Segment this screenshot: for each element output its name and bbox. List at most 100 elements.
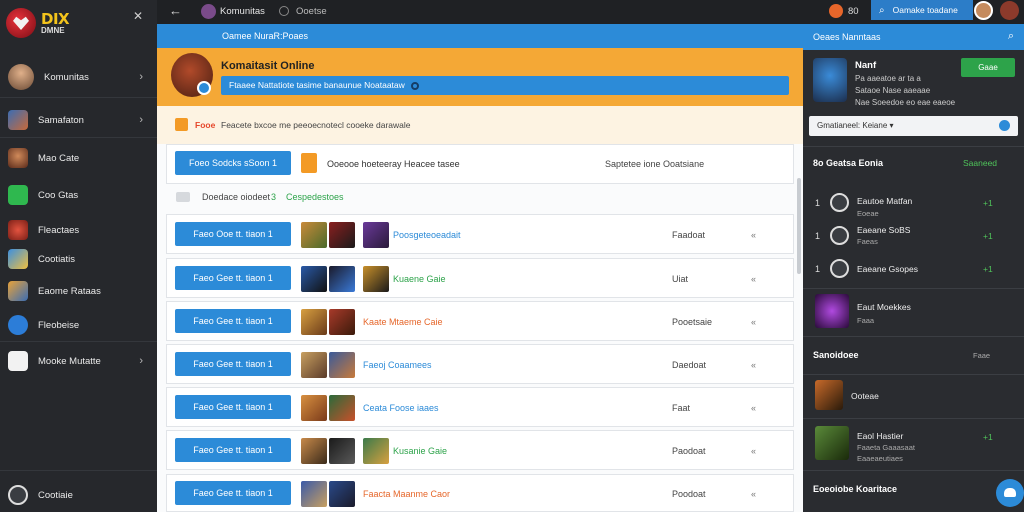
notice-bar: Fooe Feacete bxcoe me peeoecnotecl cooek… [157, 106, 803, 144]
profile-name: Nanf [855, 60, 877, 71]
row-title: Ceata Foose iaaes [363, 403, 439, 413]
member-name: Eaeane Gsopes [857, 264, 918, 274]
table-row[interactable]: Faeo Gee tt. tiaon 1 Ceata Foose iaaes F… [166, 387, 794, 427]
logo-title: DIX [41, 9, 70, 28]
sidebar-item-label: Fleactaes [38, 224, 80, 236]
game-thumbnail [329, 309, 355, 335]
game-icon [301, 153, 317, 173]
join-button[interactable]: Faeo Ooe tt. tiaon 1 [175, 222, 291, 246]
sidebar-item-fleobeise[interactable]: Fleobeise [0, 311, 157, 339]
community-avatar [201, 4, 216, 19]
app-logo[interactable]: DIX DMNE [6, 6, 106, 40]
divider [803, 288, 1024, 289]
row-title: Poosgeteoeadait [393, 230, 461, 240]
table-row[interactable]: Faeo Gee tt. tiaon 1 Faacta Maanme Caor … [166, 474, 794, 512]
profile-detail: Sataoe Nase aaeaae [855, 86, 931, 95]
chevron-right-icon: › [139, 355, 143, 367]
sidebar-item-samafaton[interactable]: Samafaton › [0, 106, 157, 134]
join-button[interactable]: Faeo Gee tt. tiaon 1 [175, 395, 291, 419]
section-link[interactable]: Faae [973, 351, 990, 360]
back-arrow-icon[interactable]: ← [169, 3, 182, 18]
row-status: Daedoat [672, 360, 707, 370]
row-expand-icon[interactable]: « [751, 274, 756, 284]
filter-checkbox[interactable] [176, 192, 190, 202]
sidebar-item-cootiaie[interactable]: Cootiaie [0, 481, 157, 509]
row-expand-icon[interactable]: « [751, 230, 756, 240]
sidebar-item-label: Cootiaie [38, 489, 73, 501]
search-button[interactable]: ⌕ Oamake toadane [871, 0, 973, 20]
help-icon[interactable] [999, 120, 1010, 131]
member-avatar[interactable] [830, 193, 849, 212]
profile-avatar[interactable] [813, 58, 847, 102]
game-thumbnail [363, 438, 389, 464]
sidebar-item-label: Mao Cate [38, 152, 80, 164]
coin-balance: 80 [848, 6, 859, 17]
rank-number: 1 [815, 231, 821, 241]
status-dot-icon [410, 81, 419, 90]
divider [803, 374, 1024, 375]
info-icon [279, 6, 289, 16]
game-thumbnail [301, 481, 327, 507]
table-row[interactable]: Faeo Gee tt. tiaon 1 Faeoj Coaamees Daed… [166, 344, 794, 384]
card-name: Ooteae [851, 391, 879, 401]
row-expand-icon[interactable]: « [751, 360, 756, 370]
row-expand-icon[interactable]: « [751, 317, 756, 327]
game-thumbnail [329, 266, 355, 292]
sidebar-item-coo-gtas[interactable]: Coo Gtas [0, 181, 157, 209]
chevron-right-icon: › [139, 71, 143, 83]
row-expand-icon[interactable]: « [751, 489, 756, 499]
section-title: 8o Geatsa Eonia [813, 158, 884, 168]
sidebar-item-cootiatis[interactable]: Cootiatis [0, 245, 157, 273]
divider [0, 341, 157, 342]
member-avatar[interactable] [830, 226, 849, 245]
profile-detail: Pa aaeatoe ar ta a [855, 74, 921, 83]
community-avatar [171, 53, 213, 97]
section-link[interactable]: Saaneed [963, 158, 997, 168]
join-button[interactable]: Faeo Gee tt. tiaon 1 [175, 352, 291, 376]
featured-thumbnail[interactable] [815, 294, 849, 328]
breadcrumb-community[interactable]: Komunitas [220, 6, 265, 17]
sidebar-item-fleactaes[interactable]: Fleactaes [0, 216, 157, 244]
search-icon[interactable]: ⌕ [1008, 30, 1014, 43]
sidebar-item-mao-cate[interactable]: Mao Cate [0, 144, 157, 172]
filter-link[interactable]: Cespedestoes [286, 192, 344, 202]
sidebar-item-eaome-rataas[interactable]: Eaome Rataas [0, 277, 157, 305]
divider [0, 137, 157, 138]
table-row[interactable]: Faeo Gee tt. tiaon 1 Kuaene Gaie Uiat « [166, 258, 794, 298]
row-status: Pooetsaie [672, 317, 713, 327]
logo-subtitle: DMNE [41, 25, 65, 35]
sidebar-item-komunitas[interactable]: Komunitas › [0, 62, 157, 92]
banner-info-bar[interactable]: Ftaaee Nattatiote tasime banaunue Noataa… [221, 76, 789, 95]
divider [803, 336, 1024, 337]
table-row[interactable]: Faeo Gee tt. tiaon 1 Kaate Mtaeme Caie P… [166, 301, 794, 341]
game-thumbnail [301, 395, 327, 421]
table-row[interactable]: Faeo Ooe tt. tiaon 1 Poosgeteoeadait Faa… [166, 214, 794, 254]
panel-title: Oeaes Nanntaas [813, 32, 881, 42]
scrollbar[interactable] [797, 178, 801, 274]
card-thumbnail[interactable] [815, 380, 843, 410]
profile-icon [8, 64, 34, 90]
breadcrumb-status[interactable]: Ooetse [296, 6, 327, 17]
member-sub: Faeas [857, 237, 878, 246]
cloud-chat-button[interactable] [996, 479, 1024, 507]
join-button[interactable]: Faeo Gee tt. tiaon 1 [175, 266, 291, 290]
sidebar-item-mooke-mutatte[interactable]: Mooke Mutatte › [0, 347, 157, 375]
follow-button[interactable]: Gaae [961, 58, 1015, 77]
filter-dropdown[interactable]: Gmatianeel: Keiane ▾ [809, 116, 1018, 136]
sidebar-item-label: Fleobeise [38, 319, 80, 331]
close-icon[interactable]: ✕ [133, 9, 143, 23]
join-button[interactable]: Foeo Sodcks sSoon 1 [175, 151, 291, 175]
card-sub: Faaeta Gaaasaat [857, 443, 915, 452]
member-avatar[interactable] [830, 259, 849, 278]
card-thumbnail[interactable] [815, 426, 849, 460]
friend-avatar[interactable] [1000, 1, 1019, 20]
top-bar: ← Komunitas Ooetse 80 ⌕ Oamake toadane [157, 0, 1024, 24]
row-expand-icon[interactable]: « [751, 446, 756, 456]
join-button[interactable]: Faeo Gee tt. tiaon 1 [175, 309, 291, 333]
join-button[interactable]: Faeo Gee tt. tiaon 1 [175, 438, 291, 462]
row-expand-icon[interactable]: « [751, 403, 756, 413]
table-row[interactable]: Faeo Gee tt. tiaon 1 Kusanie Gaie Paodoa… [166, 430, 794, 470]
user-avatar[interactable] [974, 1, 993, 20]
card-sub: Eaaeaeutiaes [857, 454, 903, 463]
join-button[interactable]: Faeo Gee tt. tiaon 1 [175, 481, 291, 505]
